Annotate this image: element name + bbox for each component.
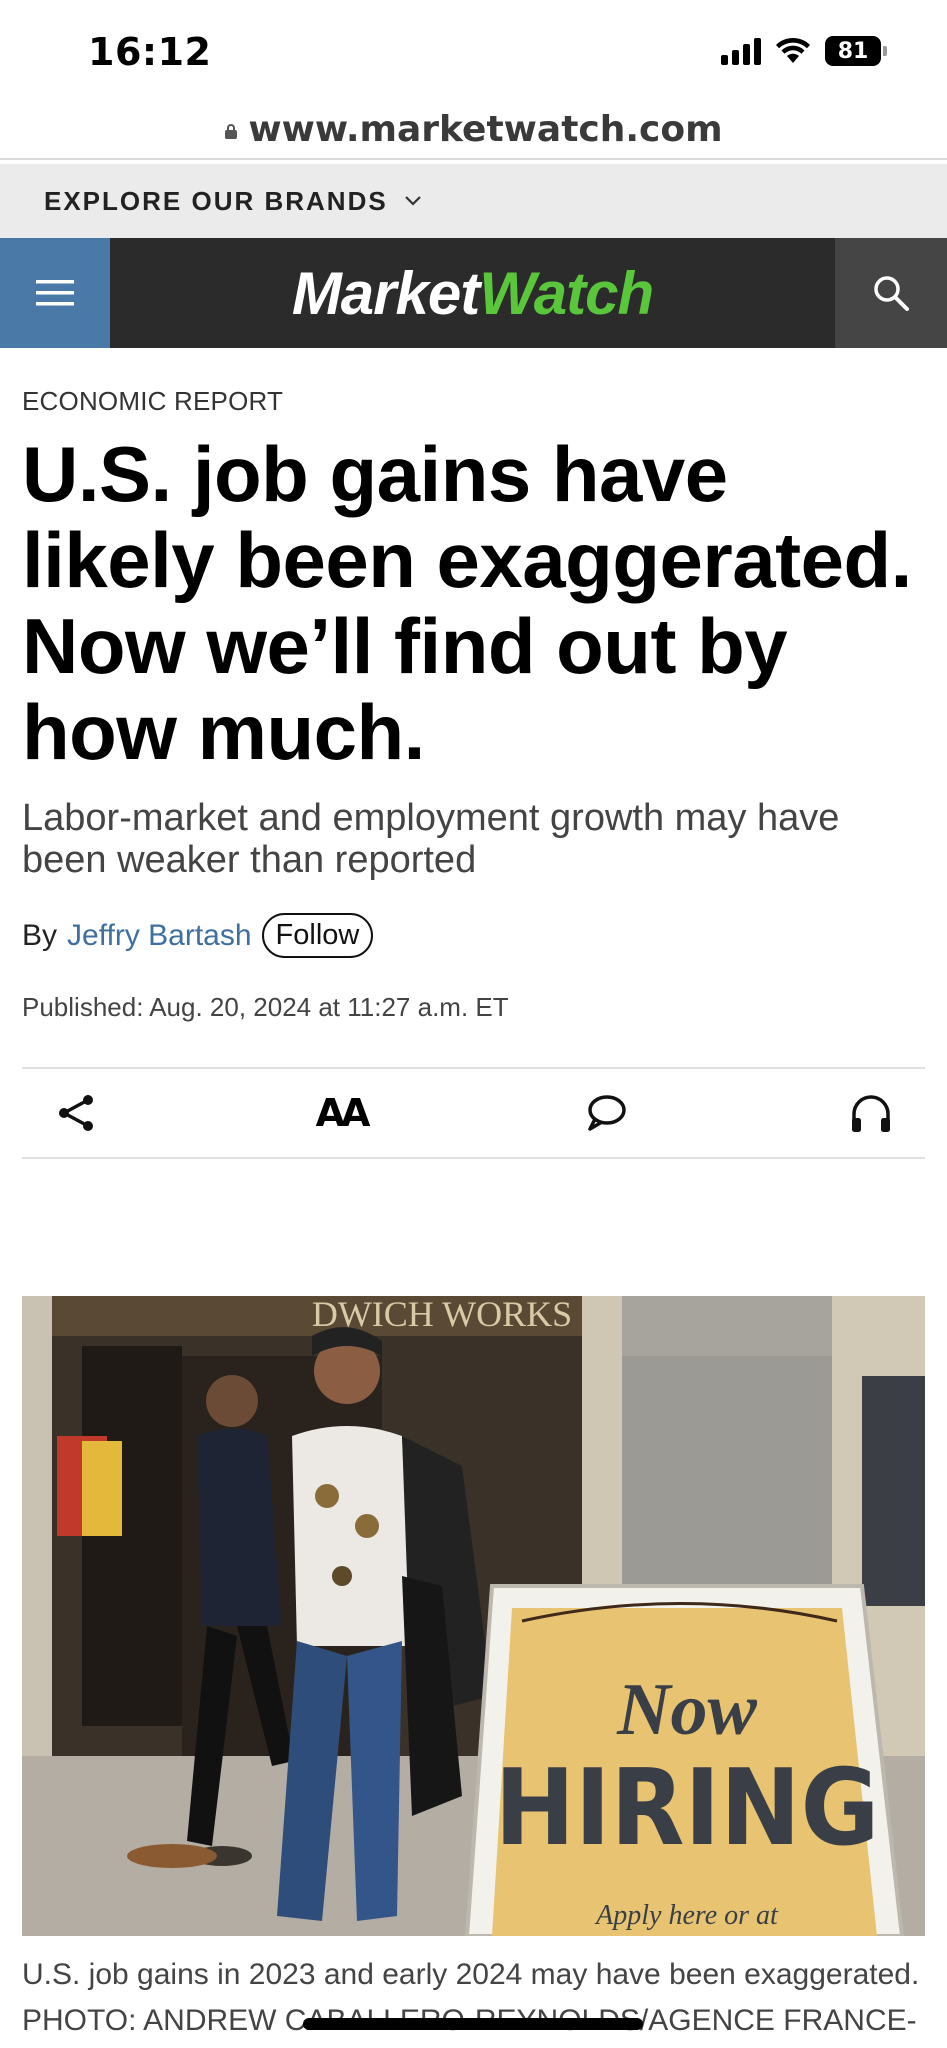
explore-brands-label: EXPLORE OUR BRANDS bbox=[44, 185, 388, 216]
address-bar[interactable]: www.marketwatch.com bbox=[0, 100, 947, 160]
status-bar: 16:12 81 bbox=[0, 0, 947, 108]
status-time: 16:12 bbox=[88, 30, 212, 74]
sign-subtext: Apply here or at bbox=[594, 1900, 779, 1931]
text-size-icon: AA bbox=[315, 1091, 371, 1135]
marketwatch-logo[interactable]: MarketWatch bbox=[110, 259, 835, 328]
lock-icon bbox=[225, 124, 238, 139]
article-category[interactable]: ECONOMIC REPORT bbox=[22, 386, 925, 417]
comments-button[interactable] bbox=[582, 1089, 630, 1137]
byline-prefix: By bbox=[22, 918, 58, 952]
home-indicator[interactable] bbox=[303, 2018, 643, 2030]
status-icons: 81 bbox=[721, 36, 887, 66]
wifi-icon bbox=[776, 37, 810, 63]
cellular-signal-icon bbox=[721, 37, 761, 65]
battery-level: 81 bbox=[825, 36, 881, 66]
hamburger-icon bbox=[36, 280, 74, 306]
site-header: MarketWatch bbox=[0, 238, 947, 348]
comment-icon bbox=[588, 1095, 626, 1131]
sign-now-text: Now bbox=[616, 1669, 757, 1751]
listen-button[interactable] bbox=[847, 1089, 895, 1137]
follow-button[interactable]: Follow bbox=[261, 913, 374, 958]
caption-text: U.S. job gains in 2023 and early 2024 ma… bbox=[22, 1958, 920, 1991]
byline: By Jeffry Bartash Follow bbox=[22, 913, 925, 958]
hiring-photo-illustration: DWICH WORKS Now HIRING Apply here or at bbox=[22, 1296, 925, 1936]
share-icon bbox=[59, 1095, 93, 1131]
logo-market: Market bbox=[291, 259, 480, 327]
battery-icon: 81 bbox=[825, 36, 887, 66]
search-button[interactable] bbox=[835, 238, 947, 348]
chevron-down-icon bbox=[404, 196, 421, 206]
author-link[interactable]: Jeffry Bartash bbox=[67, 919, 252, 953]
article-headline: U.S. job gains have likely been exaggera… bbox=[22, 430, 912, 776]
menu-button[interactable] bbox=[0, 238, 110, 348]
article-subheadline: Labor-market and employment growth may h… bbox=[22, 797, 840, 881]
search-icon bbox=[874, 276, 909, 311]
sign-hiring-text: HIRING bbox=[495, 1745, 880, 1868]
url-text: www.marketwatch.com bbox=[248, 108, 723, 150]
headphones-icon bbox=[852, 1095, 890, 1132]
photo-caption: U.S. job gains in 2023 and early 2024 ma… bbox=[22, 1952, 925, 2044]
text-size-button[interactable]: AA bbox=[315, 1089, 371, 1137]
article: ECONOMIC REPORT U.S. job gains have like… bbox=[22, 348, 925, 1159]
logo-watch: Watch bbox=[479, 259, 654, 327]
article-photo[interactable]: DWICH WORKS Now HIRING Apply here or at bbox=[22, 1296, 925, 1936]
published-date: Published: Aug. 20, 2024 at 11:27 a.m. E… bbox=[22, 992, 509, 1022]
explore-brands-dropdown[interactable]: EXPLORE OUR BRANDS bbox=[0, 164, 947, 238]
article-toolbar: AA bbox=[22, 1067, 925, 1159]
share-button[interactable] bbox=[52, 1089, 100, 1137]
